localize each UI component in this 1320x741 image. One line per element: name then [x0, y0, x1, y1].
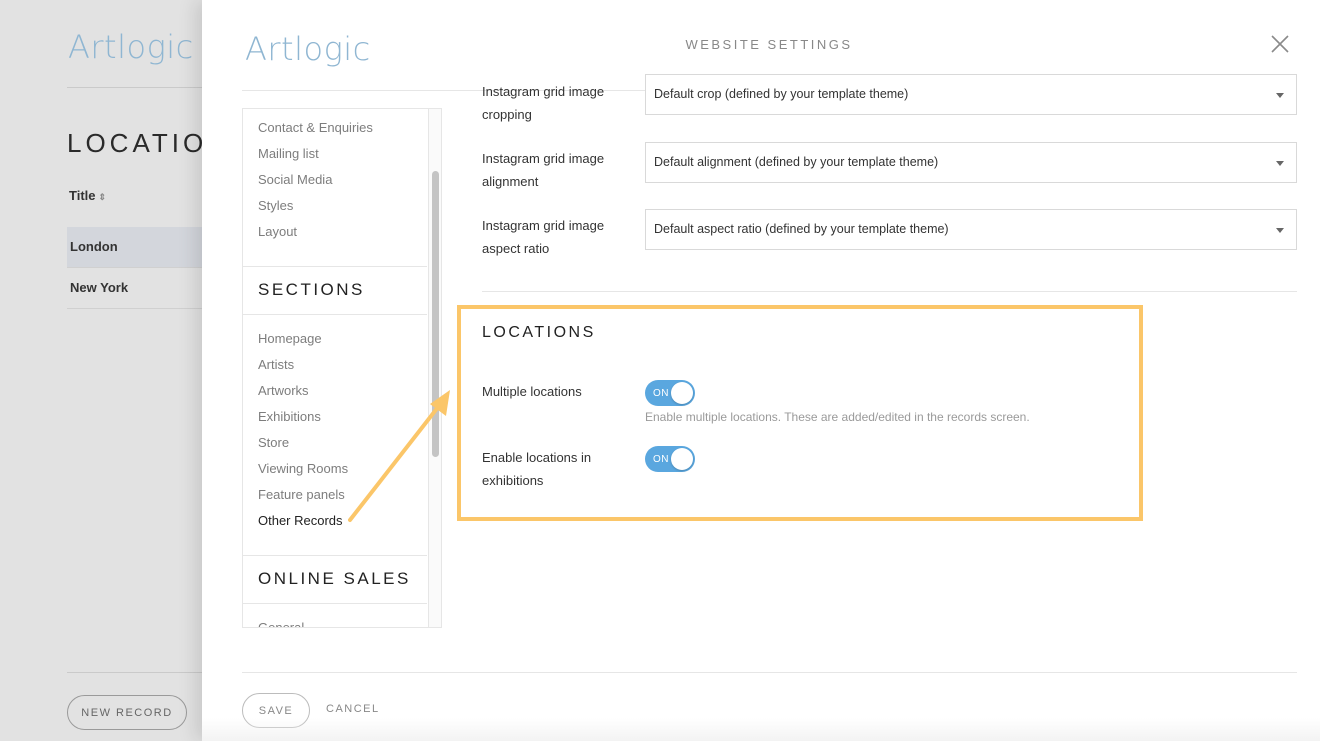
instagram-alignment-label: Instagram grid image alignment [482, 151, 605, 189]
sidebar-item-feature-panels[interactable]: Feature panels [258, 487, 345, 502]
sidebar-item-contact[interactable]: Contact & Enquiries [258, 120, 373, 135]
footer-divider [242, 672, 1297, 673]
sidebar-divider [243, 314, 427, 315]
title-column-label: Title [69, 188, 96, 203]
sidebar-item-homepage[interactable]: Homepage [258, 331, 322, 346]
sidebar-divider [243, 266, 427, 267]
sidebar-item-exhibitions[interactable]: Exhibitions [258, 409, 321, 424]
sidebar-item-layout[interactable]: Layout [258, 224, 297, 239]
background-footer-divider [67, 672, 207, 673]
instagram-cropping-value: Default crop (defined by your template t… [654, 87, 909, 101]
instagram-aspect-ratio-value: Default aspect ratio (defined by your te… [654, 222, 949, 236]
sidebar-item-mailing-list[interactable]: Mailing list [258, 146, 319, 161]
chevron-down-icon [1276, 161, 1284, 166]
chevron-down-icon [1276, 228, 1284, 233]
sidebar-item-other-records[interactable]: Other Records [258, 513, 343, 528]
sidebar-item-social-media[interactable]: Social Media [258, 172, 332, 187]
sort-icon[interactable]: ⇕ [99, 192, 107, 202]
instagram-aspect-ratio-label: Instagram grid image aspect ratio [482, 218, 605, 256]
save-button[interactable]: SAVE [242, 693, 310, 728]
sidebar-divider [243, 555, 427, 556]
content-divider [482, 291, 1297, 292]
settings-sidebar: Contact & Enquiries Mailing list Social … [242, 108, 442, 628]
title-column-header[interactable]: Title ⇕ [69, 188, 106, 203]
sidebar-item-general[interactable]: General [258, 620, 304, 627]
sidebar-divider [243, 603, 427, 604]
modal-title: WEBSITE SETTINGS [685, 37, 853, 52]
website-settings-modal: Artlogic WEBSITE SETTINGS Contact & Enqu… [202, 0, 1320, 741]
table-row[interactable]: London [67, 227, 207, 268]
instagram-aspect-ratio-select[interactable]: Default aspect ratio (defined by your te… [645, 209, 1297, 250]
instagram-cropping-select[interactable]: Default crop (defined by your template t… [645, 74, 1297, 115]
table-row[interactable]: New York [67, 268, 207, 309]
instagram-cropping-label: Instagram grid image cropping [482, 84, 605, 122]
close-icon[interactable] [1270, 34, 1290, 54]
background-divider [67, 87, 207, 88]
sidebar-item-artworks[interactable]: Artworks [258, 383, 309, 398]
sidebar-section-online-sales: ONLINE SALES [258, 569, 411, 588]
instagram-alignment-value: Default alignment (defined by your templ… [654, 155, 939, 169]
sidebar-section-sections: SECTIONS [258, 280, 365, 299]
cancel-button[interactable]: CANCEL [326, 703, 380, 715]
sidebar-item-artists[interactable]: Artists [258, 357, 294, 372]
annotation-arrow [348, 390, 450, 522]
sidebar-item-viewing-rooms[interactable]: Viewing Rooms [258, 461, 348, 476]
chevron-down-icon [1276, 93, 1284, 98]
new-record-button[interactable]: NEW RECORD [67, 695, 187, 730]
sidebar-item-store[interactable]: Store [258, 435, 289, 450]
sidebar-item-styles[interactable]: Styles [258, 198, 293, 213]
instagram-alignment-select[interactable]: Default alignment (defined by your templ… [645, 142, 1297, 183]
background-logo: Artlogic [68, 28, 194, 66]
bottom-fade [202, 718, 1320, 741]
annotation-highlight-box [457, 305, 1143, 521]
